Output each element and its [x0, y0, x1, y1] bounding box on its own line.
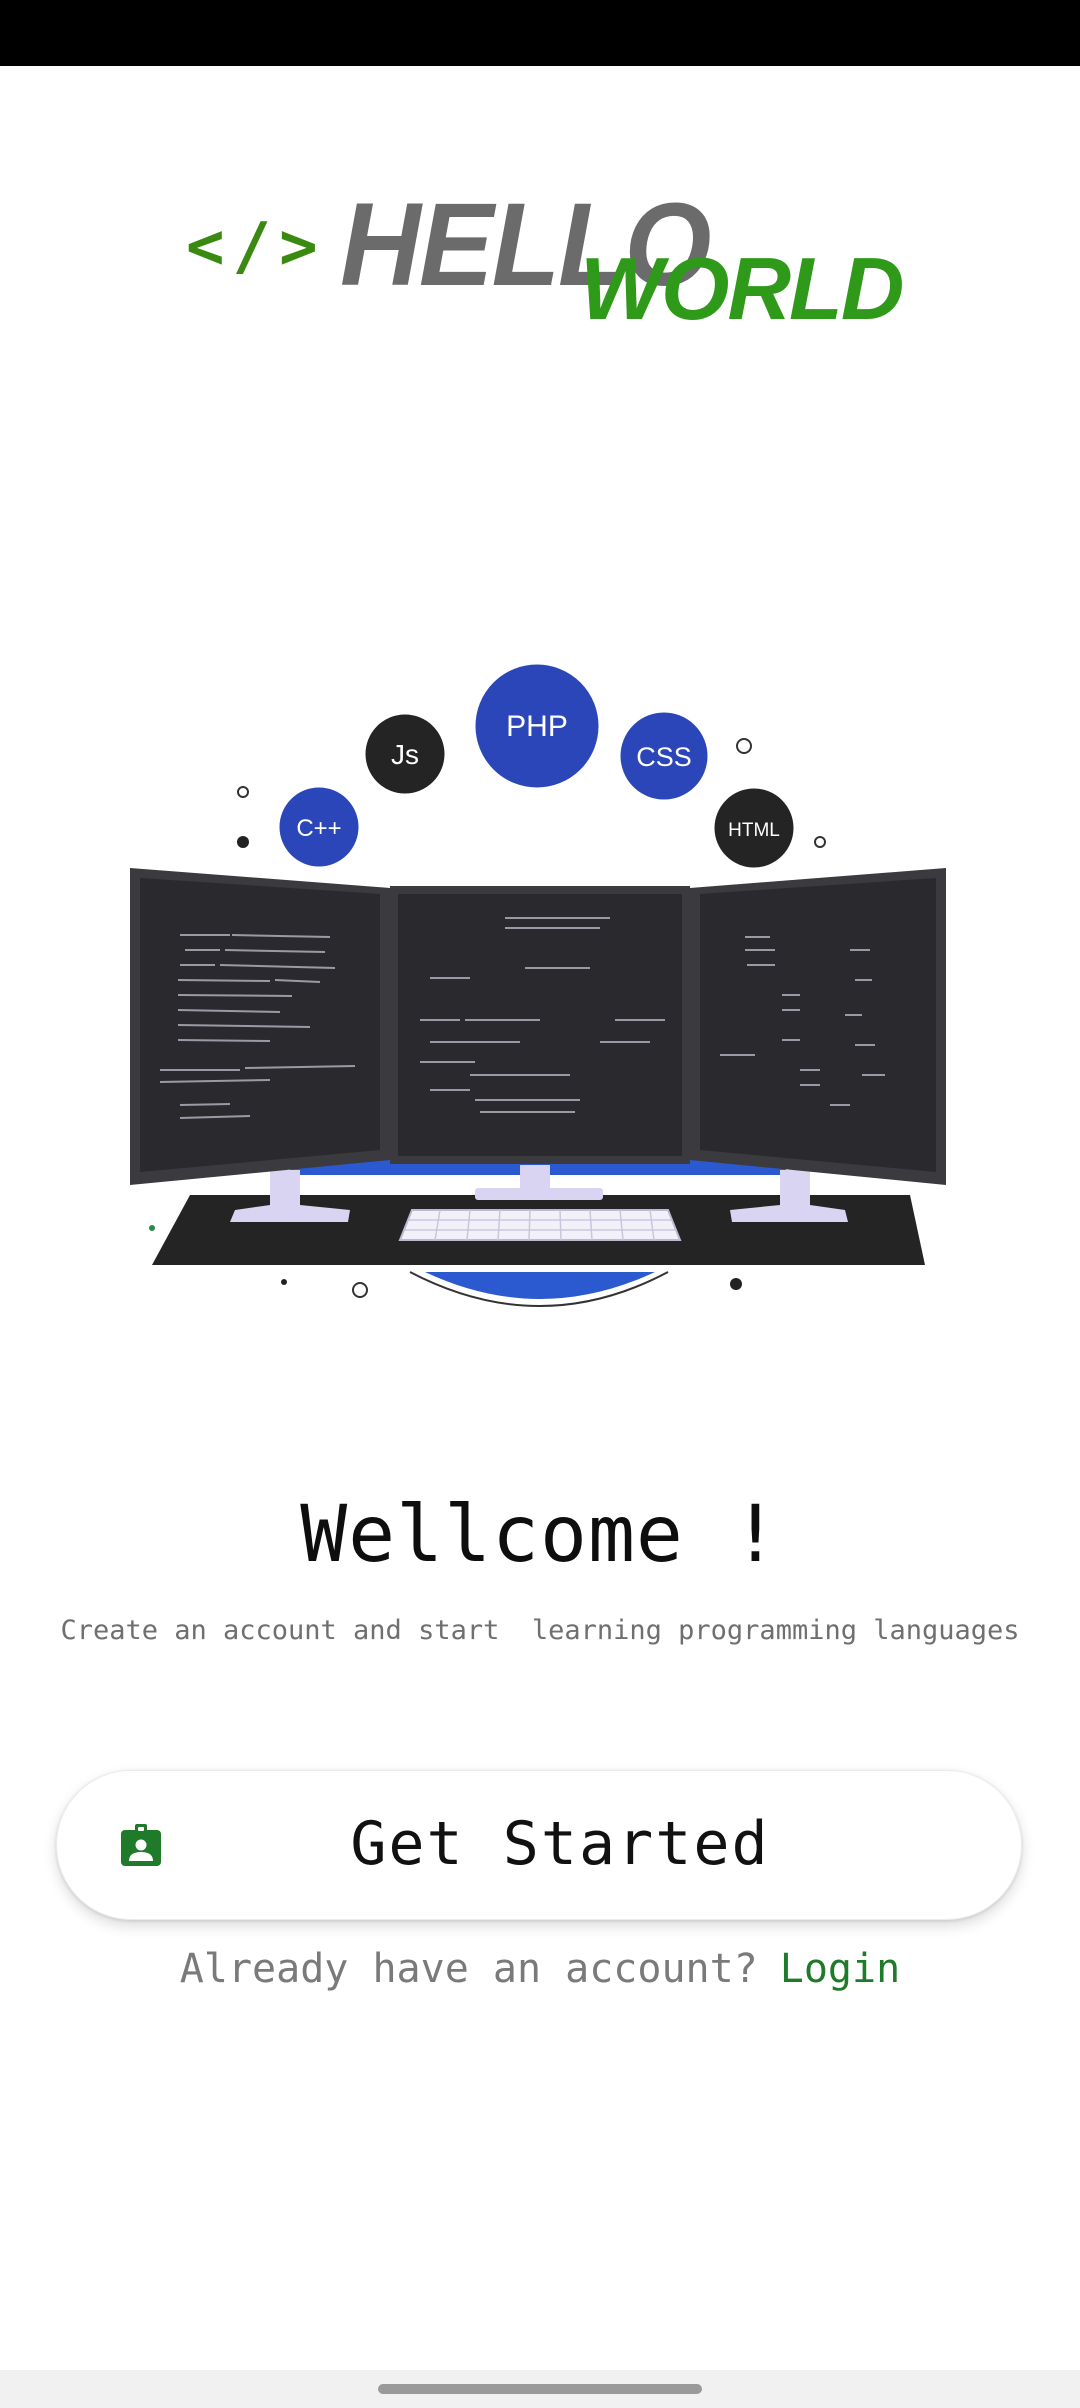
decor-dot: [149, 1225, 155, 1231]
logo-world-text: WORLD: [580, 239, 904, 338]
badge-php-label: PHP: [506, 710, 568, 743]
decor-dot: [281, 1279, 287, 1285]
decor-dot: [352, 1282, 368, 1298]
hero-illustration: C++ Js PHP CSS HTML: [130, 659, 946, 1307]
badge-js-label: Js: [391, 739, 419, 770]
gesture-handle[interactable]: [378, 2384, 702, 2394]
badge-css-label: CSS: [636, 742, 692, 772]
logo-code-symbol: </>: [186, 210, 326, 284]
app-logo: </> HELLO WORLD: [180, 179, 904, 340]
decor-dot: [237, 786, 249, 798]
login-link[interactable]: Login: [780, 1946, 900, 1992]
get-started-label: Get Started: [350, 1809, 770, 1879]
login-prompt-text: Already have an account?: [179, 1946, 758, 1992]
welcome-title: Wellcome !: [300, 1490, 780, 1580]
badge-css: CSS: [615, 707, 713, 805]
badge-cpp-label: C++: [296, 815, 341, 842]
monitor-stand-center: [475, 1188, 603, 1200]
badge-php: PHP: [470, 659, 604, 793]
badge-html: HTML: [709, 783, 799, 873]
status-bar: [0, 0, 1080, 66]
welcome-subtitle: Create an account and start learning pro…: [60, 1615, 1020, 1646]
decor-dot: [730, 1278, 742, 1290]
decor-dot: [814, 836, 826, 848]
badge-html-label: HTML: [728, 820, 780, 841]
decor-dot: [237, 836, 249, 848]
badge-js: Js: [360, 709, 450, 799]
decor-dot: [736, 738, 752, 754]
get-started-button[interactable]: Get Started: [56, 1770, 1022, 1920]
keyboard: [398, 1209, 682, 1241]
badge-cpp: C++: [274, 782, 364, 872]
login-prompt: Already have an account? Login: [0, 1946, 1080, 1992]
